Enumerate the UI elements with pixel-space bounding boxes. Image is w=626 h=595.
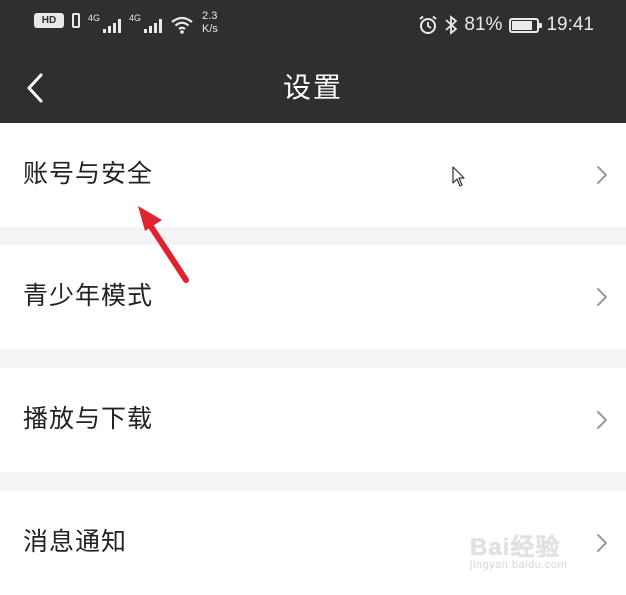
settings-item-playback-download[interactable]: 播放与下载	[0, 368, 626, 472]
settings-item-account-security[interactable]: 账号与安全	[0, 123, 626, 227]
settings-item-label: 消息通知	[23, 527, 128, 556]
status-bar: HD 4G 4G 2.3 K/s 81% 19:41	[0, 0, 626, 52]
chevron-right-icon	[597, 288, 607, 306]
watermark: Bai经验 jingyan.baidu.com	[470, 525, 580, 579]
signal-icon: 4G	[129, 13, 163, 33]
mouse-cursor-icon	[452, 166, 465, 187]
signal-icon: 4G	[88, 13, 122, 33]
clock: 19:41	[546, 14, 594, 35]
settings-item-label: 账号与安全	[23, 159, 154, 188]
network-speed: 2.3 K/s	[202, 10, 218, 35]
battery-icon	[509, 17, 543, 33]
sim-icon	[72, 13, 80, 28]
settings-item-teen-mode[interactable]: 青少年模式	[0, 245, 626, 349]
chevron-right-icon	[597, 411, 607, 429]
bluetooth-icon	[445, 15, 458, 35]
page-title: 设置	[282, 71, 343, 104]
settings-item-label: 播放与下载	[23, 404, 154, 433]
hd-icon: HD	[34, 13, 64, 28]
battery-percent: 81%	[464, 14, 503, 35]
watermark-brand: Bai经验	[470, 534, 561, 561]
network-type-label: 4G	[129, 13, 142, 23]
wifi-icon	[171, 16, 193, 34]
settings-item-label: 青少年模式	[23, 281, 154, 310]
status-left: HD 4G 4G 2.3 K/s	[34, 10, 218, 36]
navigation-bar: 设置	[0, 52, 626, 123]
status-right: 81% 19:41	[418, 13, 594, 37]
alarm-icon	[419, 15, 438, 34]
watermark-url: jingyan.baidu.com	[470, 559, 568, 571]
chevron-right-icon	[597, 166, 607, 184]
network-type-label: 4G	[88, 13, 101, 23]
chevron-right-icon	[597, 534, 607, 552]
